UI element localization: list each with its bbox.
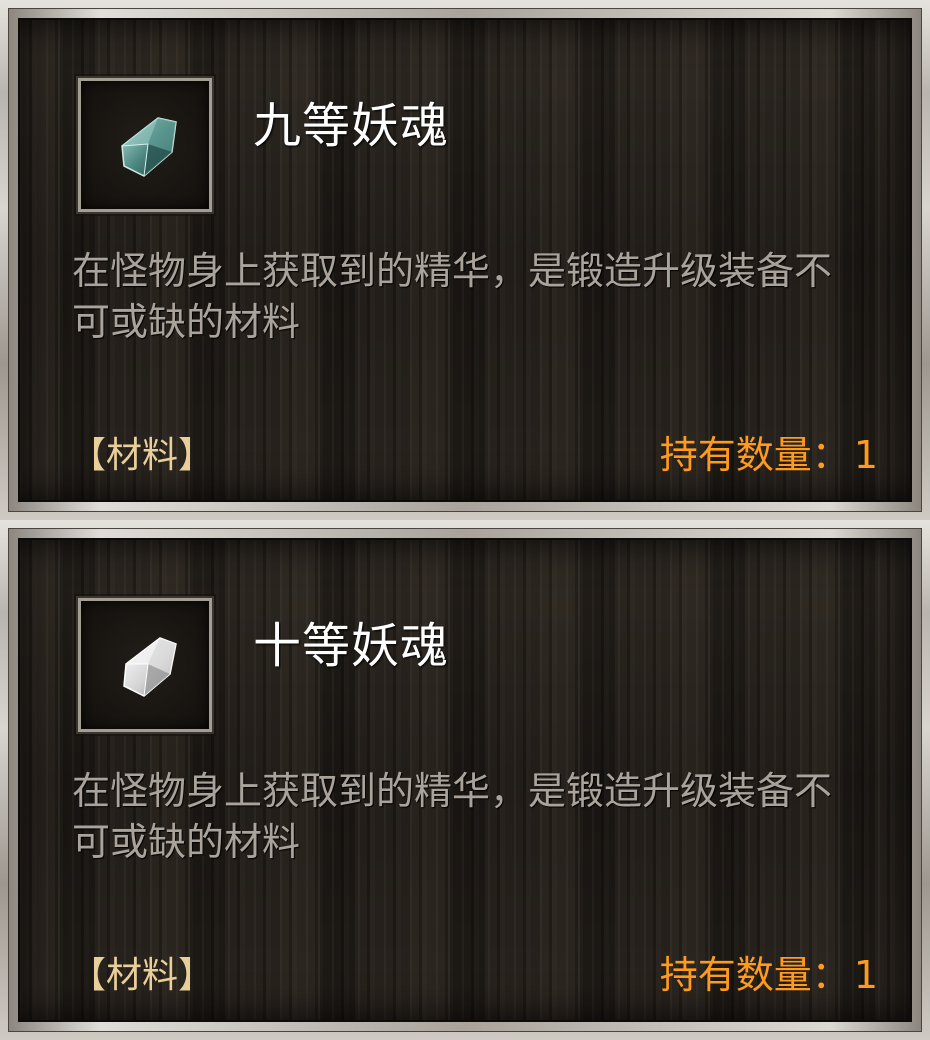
item-type-label: 【材料】 [70, 435, 215, 476]
item-icon-slot[interactable] [76, 596, 214, 734]
item-tooltip-card: 九等妖魂 在怪物身上获取到的精华，是锻造升级装备不可或缺的材料 【材料】 持有数… [0, 0, 930, 520]
item-type-label: 【材料】 [70, 955, 215, 996]
item-count-value: 1 [853, 953, 878, 997]
white-crystal-shard-icon [123, 637, 177, 697]
item-count: 持有数量： 1 [660, 944, 878, 999]
item-name: 十等妖魂 [253, 618, 450, 674]
item-description: 在怪物身上获取到的精华，是锻造升级装备不可或缺的材料 [72, 249, 833, 344]
item-count-value: 1 [853, 433, 878, 477]
item-tooltip-card: 十等妖魂 在怪物身上获取到的精华，是锻造升级装备不可或缺的材料 【材料】 持有数… [0, 520, 930, 1040]
item-name: 九等妖魂 [253, 98, 450, 154]
item-count-label: 持有数量： [659, 953, 850, 997]
teal-crystal-shard-icon [121, 117, 177, 177]
item-description: 在怪物身上获取到的精华，是锻造升级装备不可或缺的材料 [72, 769, 833, 864]
item-count: 持有数量： 1 [660, 424, 878, 479]
item-icon-slot[interactable] [76, 76, 214, 214]
item-count-label: 持有数量： [659, 433, 850, 477]
